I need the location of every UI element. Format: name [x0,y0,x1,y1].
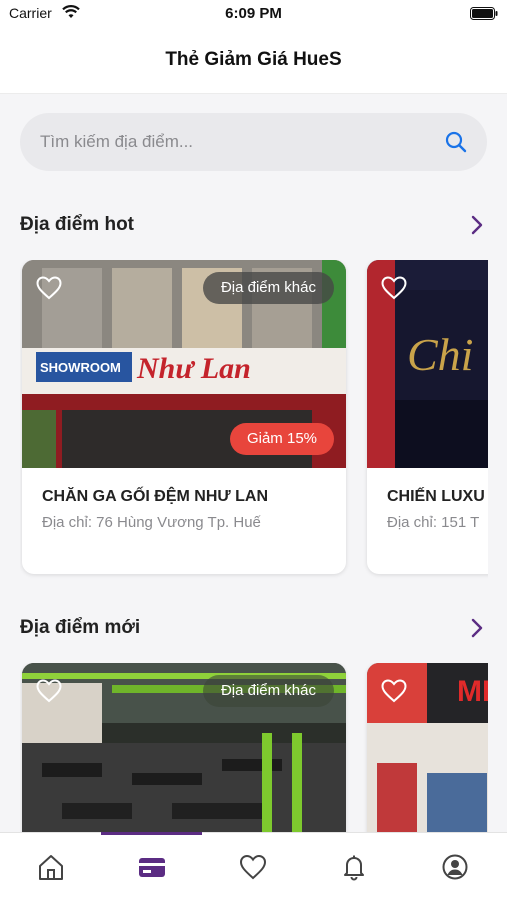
search-bar [20,113,487,171]
tab-notifications[interactable] [303,833,404,900]
card-icon [139,858,165,877]
section-new-title: Địa điểm mới [20,617,141,638]
nav-header: Thẻ Giảm Giá HueS [0,28,507,94]
battery-icon [470,7,498,20]
heart-icon[interactable] [381,276,407,300]
heart-icon [239,854,267,880]
section-hot-title: Địa điểm hot [20,214,135,235]
place-card[interactable]: Địa điểm khác [22,663,346,832]
place-name: CHIẾN LUXU [387,488,485,505]
bell-icon [344,855,364,881]
heart-icon[interactable] [381,679,407,703]
section-hot-header: Địa điểm hot [20,212,487,240]
category-tag: Địa điểm khác [202,272,334,304]
place-address: Địa chỉ: 151 T [387,514,480,531]
showroom-sign-text: SHOWROOM [40,360,121,375]
page-title: Thẻ Giảm Giá HueS [165,49,342,70]
tab-profile[interactable] [404,833,505,900]
discount-badge: Giảm 15% [229,423,334,455]
tab-bar [0,832,507,900]
chevron-right-icon[interactable] [471,618,483,638]
tab-favorites[interactable] [202,833,303,900]
place-name: CHĂN GA GỐI ĐỆM NHƯ LAN [42,488,269,505]
home-icon [39,855,63,880]
clock: 6:09 PM [225,5,282,22]
category-tag: Địa điểm khác [202,675,334,707]
place-address: Địa chỉ: 76 Hùng Vương Tp. Huế [42,514,261,531]
profile-icon [442,854,468,880]
place-card[interactable]: MI [367,663,488,832]
store-sign-text: Chi [407,329,473,380]
tab-home[interactable] [0,833,101,900]
search-input[interactable] [40,113,440,171]
search-icon[interactable] [445,131,467,153]
section-new-header: Địa điểm mới [20,615,487,643]
place-card[interactable]: Chi CHIẾN LUXU Địa chỉ: 151 T [367,260,488,574]
tab-card[interactable] [101,832,202,900]
hot-cards-row: SHOWROOM Như Lan Địa điểm khác Giảm 15% … [20,260,488,580]
active-tab-indicator [101,832,202,835]
heart-icon[interactable] [36,276,62,300]
place-card[interactable]: SHOWROOM Như Lan Địa điểm khác Giảm 15% … [22,260,346,574]
status-bar: Carrier 6:09 PM [0,0,507,28]
new-cards-row: Địa điểm khác MI [20,663,488,832]
store-sign-text: MI [457,675,488,708]
store-sign-text: Như Lan [136,352,251,385]
chevron-right-icon[interactable] [471,215,483,235]
heart-icon[interactable] [36,679,62,703]
